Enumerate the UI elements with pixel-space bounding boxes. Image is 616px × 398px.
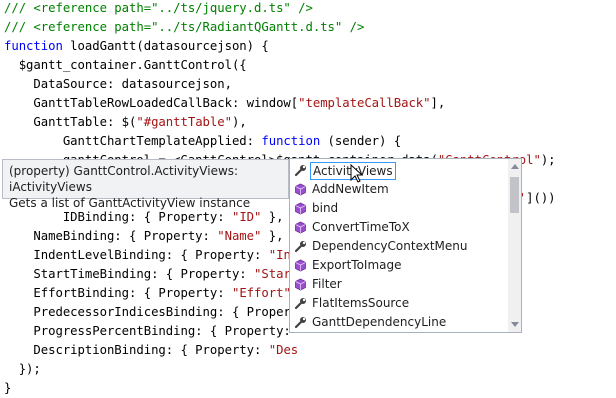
code-token: ); [540, 153, 556, 167]
code-line[interactable]: ProgressPercentBinding: { Property: [4, 322, 298, 341]
method-cube-icon [295, 202, 306, 215]
tooltip-signature: (property) GanttControl.ActivityViews: i… [9, 164, 239, 194]
code-token: ]()) [526, 191, 556, 205]
code-line[interactable]: GanttTableRowLoadedCallBack: window["tem… [4, 94, 445, 113]
completion-item[interactable]: bind [290, 199, 508, 218]
code-line[interactable]: function loadGantt(datasourcejson) { [4, 37, 269, 56]
code-line[interactable]: $gantt_container.GanttControl({ [4, 56, 247, 75]
code-token: /// <reference path="../ts/RadiantQGantt… [4, 20, 365, 34]
code-line[interactable]: IndentLevelBinding: { Property: "Ind [4, 246, 298, 265]
code-token: GanttTable: $( [4, 115, 137, 129]
completion-item[interactable]: GanttDependencyLine [290, 313, 508, 332]
code-token: "Des [268, 343, 299, 357]
code-line[interactable]: NameBinding: { Property: "Name" }, [4, 227, 283, 246]
completion-item[interactable]: FlatItemsSource [290, 294, 508, 313]
code-token: function [261, 134, 321, 148]
scroll-up-arrow-icon[interactable] [511, 164, 519, 169]
completion-item[interactable]: Filter [290, 275, 508, 294]
wrench-icon [294, 165, 306, 177]
completion-item-label: GanttDependencyLine [312, 315, 447, 329]
code-line[interactable]: /// <reference path="../ts/jquery.d.ts" … [4, 0, 313, 18]
code-token: GanttTableRowLoadedCallBack: window[ [4, 96, 299, 110]
code-token: StartTimeBinding: { Property: [4, 267, 255, 281]
code-line[interactable]: DataSource: datasourcejson, [4, 75, 232, 94]
method-cube-icon [295, 221, 306, 234]
method-cube-icon [295, 278, 306, 291]
completion-item-label: ExportToImage [312, 258, 402, 272]
code-line[interactable]: PredecessorIndicesBinding: { Propert [4, 303, 298, 322]
code-line[interactable]: GanttChartTemplateApplied: function (sen… [4, 132, 401, 151]
completion-item[interactable]: ExportToImage [290, 256, 508, 275]
code-token: /// <reference path="../ts/jquery.d.ts" … [4, 1, 313, 15]
code-line[interactable]: GanttTable: $("#ganttTable"), [4, 113, 247, 132]
scroll-down-arrow-icon[interactable] [511, 322, 519, 327]
scroll-thumb[interactable] [510, 177, 519, 213]
wrench-icon [294, 317, 306, 329]
code-token: "ID" [231, 210, 262, 224]
completion-item[interactable]: DependencyContextMenu [290, 237, 508, 256]
method-cube-icon [295, 259, 306, 272]
quickinfo-tooltip: (property) GanttControl.ActivityViews: i… [2, 159, 289, 210]
code-token: $gantt_container.GanttControl({ [4, 58, 247, 72]
wrench-icon [294, 298, 306, 310]
code-token: "templateCallBack" [298, 96, 431, 110]
completion-list[interactable]: ActivityViewsAddNewItem bind ConvertTimeTo… [289, 158, 522, 333]
code-token: EffortBinding: { Property: [4, 286, 232, 300]
code-token: ], [430, 96, 446, 110]
wrench-icon [294, 241, 306, 253]
code-token: "#ganttTable" [136, 115, 232, 129]
code-line[interactable]: }); [4, 360, 41, 379]
code-line[interactable]: StartTimeBinding: { Property: "Start [4, 265, 298, 284]
code-token: loadGantt(datasourcejson) { [62, 39, 269, 53]
code-token: (sender) { [320, 134, 402, 148]
code-token: "Name" [217, 229, 262, 243]
code-token: }, [261, 210, 284, 224]
completion-item-label: Filter [312, 277, 342, 291]
completion-item[interactable]: ActivityViews [290, 161, 508, 180]
code-token: }, [261, 229, 284, 243]
method-cube-icon [295, 183, 306, 196]
completion-item-label: bind [312, 201, 339, 215]
completion-scrollbar[interactable] [508, 159, 521, 332]
code-token: }); [4, 362, 41, 376]
completion-item-label: DependencyContextMenu [312, 239, 468, 253]
code-line[interactable]: } [4, 379, 11, 398]
code-token: ), [231, 115, 247, 129]
mouse-cursor-icon [350, 164, 364, 183]
code-token: IDBinding: { Property: [4, 210, 232, 224]
code-line[interactable]: EffortBinding: { Property: "Effort" [4, 284, 291, 303]
code-token: DescriptionBinding: { Property: [4, 343, 269, 357]
code-token: IndentLevelBinding: { Property: [4, 248, 269, 262]
completion-item[interactable]: ConvertTimeToX [290, 218, 508, 237]
code-token: PredecessorIndicesBinding: { Propert [4, 305, 299, 319]
code-token: NameBinding: { Property: [4, 229, 218, 243]
completion-item-label: FlatItemsSource [312, 296, 410, 310]
code-token: DataSource: datasourcejson, [4, 77, 232, 91]
code-token: function [4, 39, 63, 53]
code-token: ProgressPercentBinding: { Property: [4, 324, 299, 338]
code-token: GanttChartTemplateApplied: [4, 134, 262, 148]
tooltip-description: Gets a list of GanttActivityView instanc… [9, 196, 251, 210]
completion-item[interactable]: AddNewItem [290, 180, 508, 199]
code-token: } [4, 381, 12, 395]
completion-item-label: ConvertTimeToX [312, 220, 410, 234]
code-line[interactable]: /// <reference path="../ts/RadiantQGantt… [4, 18, 364, 37]
code-token: "Effort" [231, 286, 291, 300]
